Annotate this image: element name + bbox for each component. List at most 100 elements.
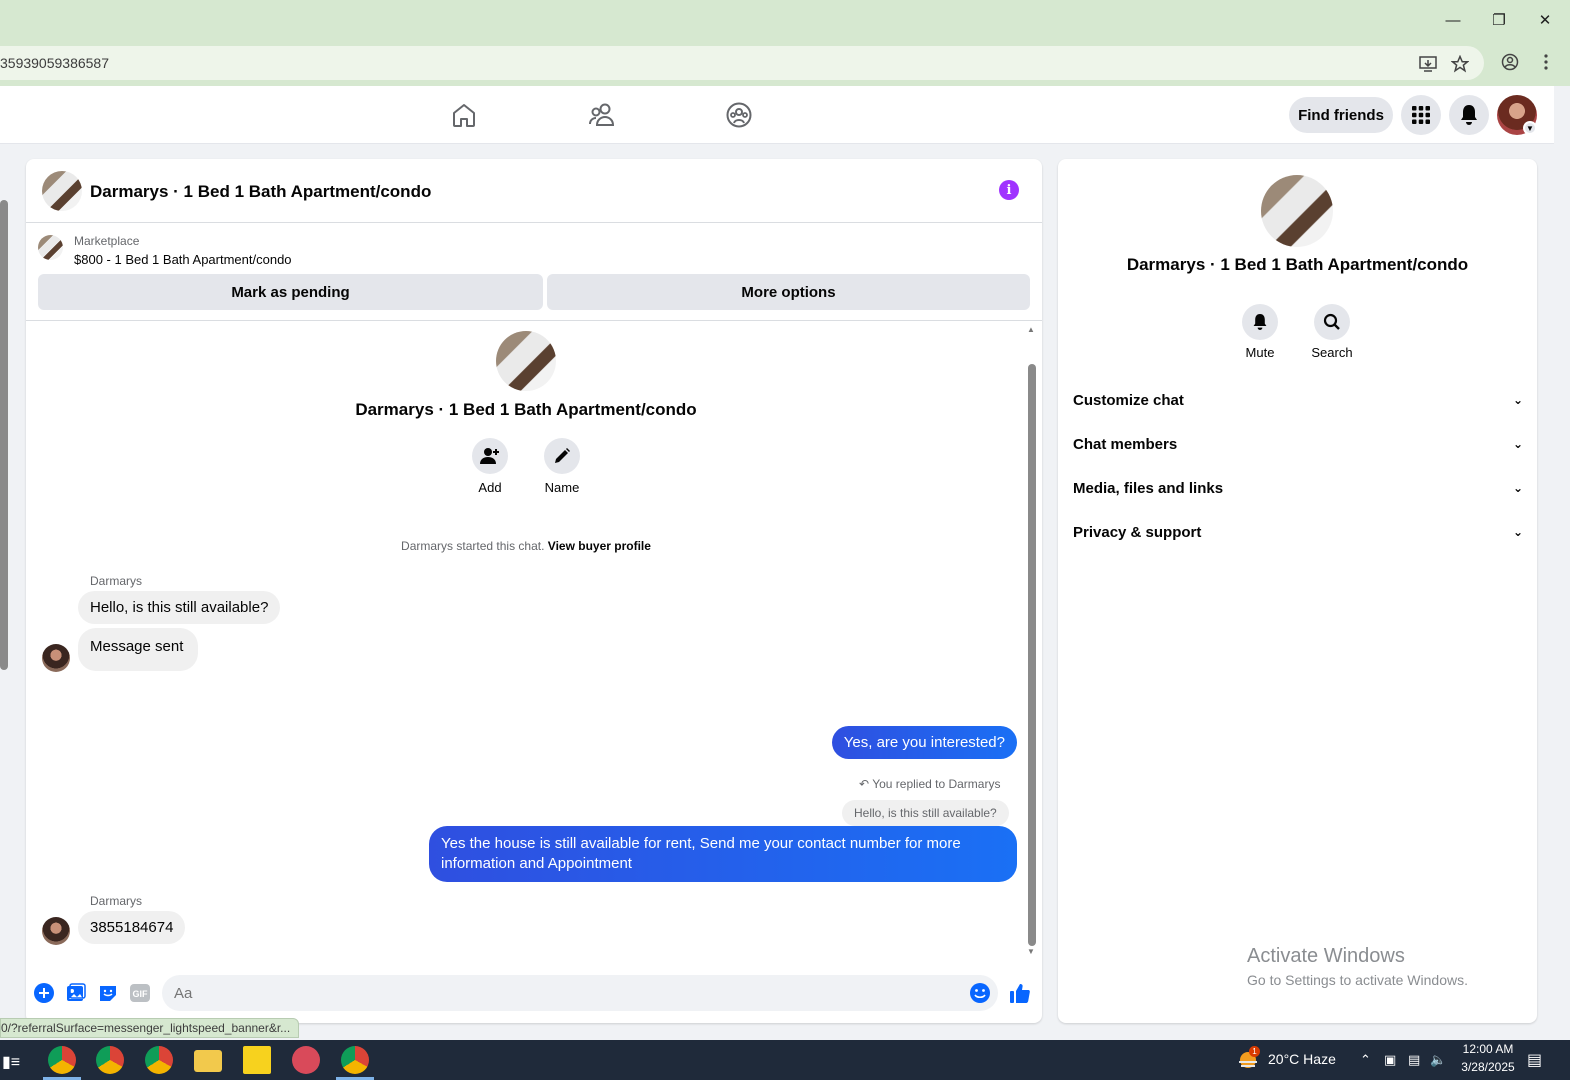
chat-header: Darmarys · 1 Bed 1 Bath Apartment/condo … <box>26 159 1042 223</box>
bookmark-star-icon[interactable] <box>1450 54 1470 74</box>
sent-message-bubble[interactable]: Yes, are you interested? <box>831 726 1017 759</box>
browser-menu-icon[interactable] <box>1536 52 1556 72</box>
action-center-icon[interactable]: ▤ <box>1527 1050 1542 1070</box>
chevron-up-icon[interactable]: ⌃ <box>1360 1052 1371 1068</box>
network-icon[interactable]: ▤ <box>1408 1052 1420 1068</box>
details-name: Darmarys · 1 Bed 1 Bath Apartment/condo <box>1126 255 1469 274</box>
clock-time[interactable]: 12:00 AM <box>1458 1042 1518 1056</box>
chrome-icon[interactable] <box>96 1046 124 1074</box>
thread-name: Darmarys · 1 Bed 1 Bath Apartment/condo <box>355 400 697 419</box>
info-icon[interactable]: i <box>999 180 1019 200</box>
chevron-down-icon: ⌄ <box>1512 525 1523 539</box>
home-icon[interactable] <box>447 98 481 132</box>
groups-icon[interactable] <box>722 98 756 132</box>
menu-grid-icon[interactable] <box>1401 95 1441 135</box>
chevron-down-icon[interactable]: ▼ <box>1523 121 1537 135</box>
chrome-icon[interactable] <box>145 1046 173 1074</box>
media-files-links-row[interactable]: Media, files and links ⌄ <box>1073 468 1523 508</box>
quoted-message[interactable]: Hello, is this still available? <box>842 800 1009 826</box>
svg-text:GIF: GIF <box>133 989 149 999</box>
browser-title-bar: — ❐ ✕ <box>0 0 1570 40</box>
weather-text[interactable]: 20°C Haze <box>1268 1051 1336 1067</box>
sender-avatar[interactable] <box>42 644 70 672</box>
facebook-top-nav: Find friends ▼ <box>0 86 1554 144</box>
restore-button[interactable]: ❐ <box>1476 0 1522 40</box>
paint-icon[interactable] <box>292 1046 320 1074</box>
left-panel-scrollbar[interactable] <box>0 200 8 670</box>
chrome-profile-icon[interactable] <box>48 1046 76 1074</box>
divider <box>26 320 1042 321</box>
replied-indicator: ↶ You replied to Darmarys <box>859 777 1000 791</box>
file-explorer-icon[interactable] <box>194 1050 222 1072</box>
search-label: Search <box>1311 345 1353 360</box>
gif-icon[interactable]: GIF <box>128 981 152 1005</box>
scroll-down-arrow-icon[interactable]: ▼ <box>1027 947 1035 956</box>
find-friends-button[interactable]: Find friends <box>1289 97 1393 133</box>
privacy-support-row[interactable]: Privacy & support ⌄ <box>1073 512 1523 552</box>
reply-arrow-icon: ↶ <box>859 777 870 791</box>
install-app-icon[interactable] <box>1418 54 1438 74</box>
mute-label: Mute <box>1245 345 1275 360</box>
chat-avatar[interactable] <box>42 171 82 211</box>
sticker-icon[interactable] <box>96 981 120 1005</box>
address-bar[interactable]: 35939059386587 <box>0 46 1484 80</box>
task-view-icon[interactable]: ▮≡ <box>2 1052 20 1072</box>
chrome-profile-icon[interactable] <box>341 1046 369 1074</box>
sender-name: Darmarys <box>90 574 143 588</box>
photo-icon[interactable] <box>64 981 88 1005</box>
minimize-button[interactable]: — <box>1430 0 1476 40</box>
message-bubble[interactable]: Hello, is this still available? <box>78 591 281 624</box>
page-scrollbar[interactable] <box>1554 86 1570 1038</box>
plus-circle-icon[interactable] <box>32 981 56 1005</box>
customize-chat-row[interactable]: Customize chat ⌄ <box>1073 380 1523 420</box>
activate-windows-watermark: Activate Windows Go to Settings to activ… <box>1247 945 1468 988</box>
friends-icon[interactable] <box>585 98 619 132</box>
url-text: 35939059386587 <box>0 55 110 71</box>
weather-badge: 1 <box>1249 1046 1260 1057</box>
mark-as-pending-button[interactable]: Mark as pending <box>38 274 543 310</box>
address-bar-row: 35939059386587 <box>0 40 1570 86</box>
scroll-up-arrow-icon[interactable]: ▲ <box>1027 325 1035 334</box>
sender-avatar[interactable] <box>42 917 70 945</box>
chat-started-note: Darmarys started this chat. View buyer p… <box>26 539 1026 553</box>
sticky-notes-icon[interactable] <box>243 1046 271 1074</box>
sender-name: Darmarys <box>90 894 143 908</box>
emoji-icon[interactable] <box>968 981 992 1005</box>
message-composer: GIF <box>26 969 1042 1023</box>
mute-bell-icon[interactable] <box>1242 304 1278 340</box>
chevron-down-icon: ⌄ <box>1512 393 1523 407</box>
add-person-icon[interactable] <box>472 438 508 474</box>
message-bubble[interactable]: 3855184674 <box>78 911 186 944</box>
marketplace-label: Marketplace <box>74 234 140 248</box>
profile-icon[interactable] <box>1500 52 1520 72</box>
close-window-button[interactable]: ✕ <box>1522 0 1568 40</box>
listing-title[interactable]: $800 - 1 Bed 1 Bath Apartment/condo <box>74 252 292 267</box>
row-label: Customize chat <box>1073 391 1184 409</box>
chat-scrollbar-thumb[interactable] <box>1028 364 1036 946</box>
sent-message-bubble[interactable]: Yes the house is still available for ren… <box>429 826 1017 882</box>
thread-avatar <box>496 331 556 391</box>
message-input[interactable] <box>162 975 998 1011</box>
chat-title[interactable]: Darmarys · 1 Bed 1 Bath Apartment/condo <box>90 182 431 202</box>
name-label: Name <box>544 480 580 495</box>
chat-panel: Darmarys · 1 Bed 1 Bath Apartment/condo … <box>26 159 1042 1023</box>
started-text: Darmarys started this chat. <box>401 539 545 553</box>
chat-members-row[interactable]: Chat members ⌄ <box>1073 424 1523 464</box>
thumbs-up-icon[interactable] <box>1008 981 1032 1005</box>
meet-now-icon[interactable]: ▣ <box>1384 1052 1396 1068</box>
edit-pencil-icon[interactable] <box>544 438 580 474</box>
listing-thumbnail[interactable] <box>38 235 63 260</box>
add-label: Add <box>478 480 502 495</box>
volume-icon[interactable]: 🔈 <box>1430 1052 1446 1068</box>
row-label: Chat members <box>1073 435 1178 453</box>
chevron-down-icon: ⌄ <box>1512 481 1523 495</box>
message-bubble[interactable]: Message sent <box>78 628 199 671</box>
more-options-button[interactable]: More options <box>547 274 1030 310</box>
details-avatar <box>1261 175 1333 247</box>
view-buyer-profile-link[interactable]: View buyer profile <box>548 539 651 553</box>
notifications-bell-icon[interactable] <box>1449 95 1489 135</box>
row-label: Media, files and links <box>1073 479 1224 497</box>
clock-date[interactable]: 3/28/2025 <box>1456 1060 1520 1074</box>
row-label: Privacy & support <box>1073 523 1202 541</box>
search-icon[interactable] <box>1314 304 1350 340</box>
